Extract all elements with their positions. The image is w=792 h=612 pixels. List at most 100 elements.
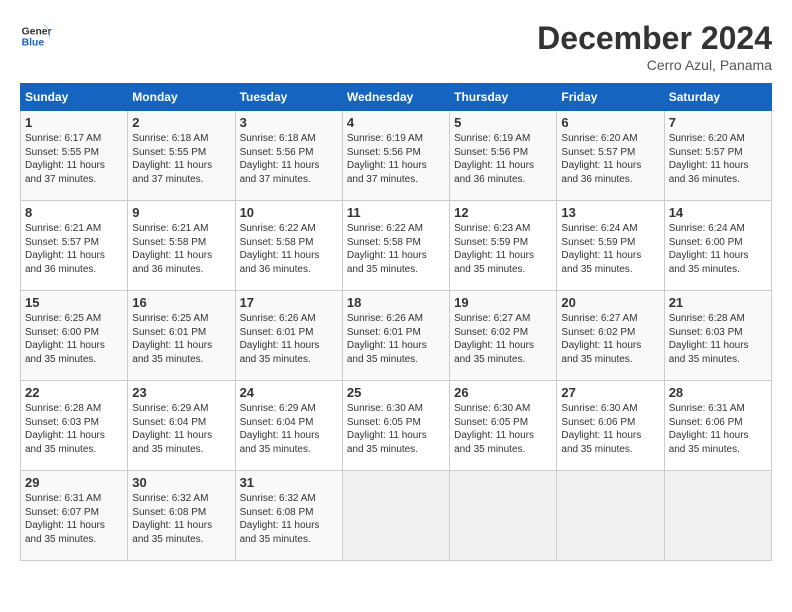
day-info: Sunrise: 6:27 AMSunset: 6:02 PMDaylight:… <box>561 312 659 366</box>
calendar-cell: 5 Sunrise: 6:19 AMSunset: 5:56 PMDaylight… <box>450 111 557 201</box>
calendar-cell: 18 Sunrise: 6:26 AMSunset: 6:01 PMDayligh… <box>342 291 449 381</box>
day-header-friday: Friday <box>557 84 664 111</box>
calendar-header-row: SundayMondayTuesdayWednesdayThursdayFrid… <box>21 84 772 111</box>
calendar-cell: 31 Sunrise: 6:32 AMSunset: 6:08 PMDayligh… <box>235 471 342 561</box>
calendar-cell: 19 Sunrise: 6:27 AMSunset: 6:02 PMDayligh… <box>450 291 557 381</box>
calendar-cell: 28 Sunrise: 6:31 AMSunset: 6:06 PMDayligh… <box>664 381 771 471</box>
day-number: 14 <box>669 205 767 220</box>
calendar-cell <box>664 471 771 561</box>
day-number: 13 <box>561 205 659 220</box>
title-block: December 2024 Cerro Azul, Panama <box>537 20 772 73</box>
calendar-cell: 13 Sunrise: 6:24 AMSunset: 5:59 PMDayligh… <box>557 201 664 291</box>
day-number: 21 <box>669 295 767 310</box>
day-number: 26 <box>454 385 552 400</box>
calendar-cell: 14 Sunrise: 6:24 AMSunset: 6:00 PMDayligh… <box>664 201 771 291</box>
day-info: Sunrise: 6:22 AMSunset: 5:58 PMDaylight:… <box>347 222 445 276</box>
logo: General Blue <box>20 20 52 52</box>
calendar-cell: 30Sunrise: 6:32 AMSunset: 6:08 PMDayligh… <box>128 471 235 561</box>
calendar-cell: 12 Sunrise: 6:23 AMSunset: 5:59 PMDayligh… <box>450 201 557 291</box>
day-number: 4 <box>347 115 445 130</box>
calendar-cell: 29 Sunrise: 6:31 AMSunset: 6:07 PMDayligh… <box>21 471 128 561</box>
day-info: Sunrise: 6:32 AMSunset: 6:08 PMDaylight:… <box>132 492 230 546</box>
day-number: 29 <box>25 475 123 490</box>
calendar-cell: 17 Sunrise: 6:26 AMSunset: 6:01 PMDayligh… <box>235 291 342 381</box>
calendar-week-2: 8 Sunrise: 6:21 AMSunset: 5:57 PMDaylight… <box>21 201 772 291</box>
day-info: Sunrise: 6:28 AMSunset: 6:03 PMDaylight:… <box>25 402 123 456</box>
day-number: 5 <box>454 115 552 130</box>
day-info: Sunrise: 6:21 AMSunset: 5:58 PMDaylight:… <box>132 222 230 276</box>
day-info: Sunrise: 6:20 AMSunset: 5:57 PMDaylight:… <box>669 132 767 186</box>
day-info: Sunrise: 6:30 AMSunset: 6:05 PMDaylight:… <box>347 402 445 456</box>
day-info: Sunrise: 6:19 AMSunset: 5:56 PMDaylight:… <box>454 132 552 186</box>
calendar-cell: 20Sunrise: 6:27 AMSunset: 6:02 PMDayligh… <box>557 291 664 381</box>
calendar-cell: 3 Sunrise: 6:18 AMSunset: 5:56 PMDaylight… <box>235 111 342 201</box>
day-info: Sunrise: 6:23 AMSunset: 5:59 PMDaylight:… <box>454 222 552 276</box>
calendar-cell: 1Sunrise: 6:17 AMSunset: 5:55 PMDaylight… <box>21 111 128 201</box>
calendar-cell <box>342 471 449 561</box>
day-info: Sunrise: 6:26 AMSunset: 6:01 PMDaylight:… <box>240 312 338 366</box>
day-number: 9 <box>132 205 230 220</box>
day-info: Sunrise: 6:31 AMSunset: 6:07 PMDaylight:… <box>25 492 123 546</box>
calendar-cell: 21 Sunrise: 6:28 AMSunset: 6:03 PMDayligh… <box>664 291 771 381</box>
calendar-cell: 9 Sunrise: 6:21 AMSunset: 5:58 PMDaylight… <box>128 201 235 291</box>
calendar-cell: 26 Sunrise: 6:30 AMSunset: 6:05 PMDayligh… <box>450 381 557 471</box>
day-info: Sunrise: 6:20 AMSunset: 5:57 PMDaylight:… <box>561 132 659 186</box>
day-info: Sunrise: 6:25 AMSunset: 6:01 PMDaylight:… <box>132 312 230 366</box>
calendar-week-4: 22 Sunrise: 6:28 AMSunset: 6:03 PMDayligh… <box>21 381 772 471</box>
calendar-cell <box>450 471 557 561</box>
day-number: 8 <box>25 205 123 220</box>
month-title: December 2024 <box>537 20 772 57</box>
day-info: Sunrise: 6:26 AMSunset: 6:01 PMDaylight:… <box>347 312 445 366</box>
day-number: 10 <box>240 205 338 220</box>
day-number: 17 <box>240 295 338 310</box>
day-info: Sunrise: 6:18 AMSunset: 5:55 PMDaylight:… <box>132 132 230 186</box>
day-number: 25 <box>347 385 445 400</box>
day-number: 2 <box>132 115 230 130</box>
day-info: Sunrise: 6:31 AMSunset: 6:06 PMDaylight:… <box>669 402 767 456</box>
day-number: 27 <box>561 385 659 400</box>
day-number: 3 <box>240 115 338 130</box>
day-info: Sunrise: 6:24 AMSunset: 6:00 PMDaylight:… <box>669 222 767 276</box>
day-number: 11 <box>347 205 445 220</box>
day-header-saturday: Saturday <box>664 84 771 111</box>
day-info: Sunrise: 6:29 AMSunset: 6:04 PMDaylight:… <box>240 402 338 456</box>
day-info: Sunrise: 6:21 AMSunset: 5:57 PMDaylight:… <box>25 222 123 276</box>
calendar-cell: 16 Sunrise: 6:25 AMSunset: 6:01 PMDayligh… <box>128 291 235 381</box>
day-info: Sunrise: 6:18 AMSunset: 5:56 PMDaylight:… <box>240 132 338 186</box>
logo-icon: General Blue <box>20 20 52 52</box>
day-info: Sunrise: 6:27 AMSunset: 6:02 PMDaylight:… <box>454 312 552 366</box>
day-number: 7 <box>669 115 767 130</box>
calendar-cell: 23Sunrise: 6:29 AMSunset: 6:04 PMDayligh… <box>128 381 235 471</box>
day-number: 22 <box>25 385 123 400</box>
day-number: 28 <box>669 385 767 400</box>
calendar-cell: 22 Sunrise: 6:28 AMSunset: 6:03 PMDayligh… <box>21 381 128 471</box>
calendar-cell: 2 Sunrise: 6:18 AMSunset: 5:55 PMDaylight… <box>128 111 235 201</box>
day-number: 19 <box>454 295 552 310</box>
calendar-cell: 25 Sunrise: 6:30 AMSunset: 6:05 PMDayligh… <box>342 381 449 471</box>
day-info: Sunrise: 6:25 AMSunset: 6:00 PMDaylight:… <box>25 312 123 366</box>
day-info: Sunrise: 6:30 AMSunset: 6:06 PMDaylight:… <box>561 402 659 456</box>
day-header-thursday: Thursday <box>450 84 557 111</box>
location-subtitle: Cerro Azul, Panama <box>537 57 772 73</box>
calendar-cell: 24Sunrise: 6:29 AMSunset: 6:04 PMDayligh… <box>235 381 342 471</box>
day-info: Sunrise: 6:17 AMSunset: 5:55 PMDaylight:… <box>25 132 123 186</box>
day-number: 18 <box>347 295 445 310</box>
calendar-table: SundayMondayTuesdayWednesdayThursdayFrid… <box>20 83 772 561</box>
day-info: Sunrise: 6:19 AMSunset: 5:56 PMDaylight:… <box>347 132 445 186</box>
calendar-week-5: 29 Sunrise: 6:31 AMSunset: 6:07 PMDayligh… <box>21 471 772 561</box>
calendar-cell <box>557 471 664 561</box>
day-header-tuesday: Tuesday <box>235 84 342 111</box>
day-header-monday: Monday <box>128 84 235 111</box>
day-info: Sunrise: 6:24 AMSunset: 5:59 PMDaylight:… <box>561 222 659 276</box>
day-info: Sunrise: 6:32 AMSunset: 6:08 PMDaylight:… <box>240 492 338 546</box>
calendar-cell: 8 Sunrise: 6:21 AMSunset: 5:57 PMDaylight… <box>21 201 128 291</box>
page-header: General Blue December 2024 Cerro Azul, P… <box>20 20 772 73</box>
day-number: 23 <box>132 385 230 400</box>
calendar-week-1: 1Sunrise: 6:17 AMSunset: 5:55 PMDaylight… <box>21 111 772 201</box>
day-number: 31 <box>240 475 338 490</box>
day-info: Sunrise: 6:28 AMSunset: 6:03 PMDaylight:… <box>669 312 767 366</box>
day-number: 12 <box>454 205 552 220</box>
day-number: 16 <box>132 295 230 310</box>
svg-text:Blue: Blue <box>22 38 45 49</box>
day-info: Sunrise: 6:30 AMSunset: 6:05 PMDaylight:… <box>454 402 552 456</box>
